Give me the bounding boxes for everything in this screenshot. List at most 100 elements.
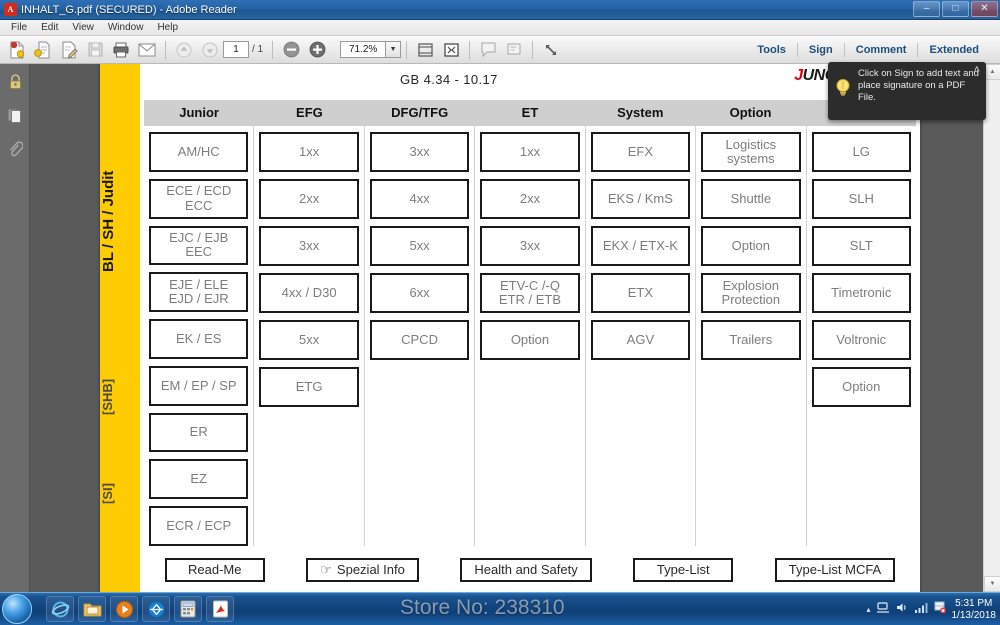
grid-cell[interactable]: EKS / KmS [590, 179, 691, 219]
menu-window[interactable]: Window [101, 20, 151, 35]
email-icon[interactable] [135, 39, 159, 61]
grid-cell[interactable]: 2xx [259, 179, 359, 219]
menu-file[interactable]: File [4, 20, 34, 35]
extended-button[interactable]: Extended [918, 44, 990, 56]
plus-circle-icon[interactable] [305, 39, 329, 61]
close-button[interactable]: ✕ [971, 1, 998, 17]
attachments-paperclip-icon[interactable] [0, 132, 30, 166]
grid-cell[interactable]: Shuttle [701, 179, 801, 219]
grid-cell[interactable]: SLT [811, 226, 911, 266]
create-pdf-icon[interactable] [5, 39, 29, 61]
flag-icon[interactable] [933, 601, 947, 619]
print-icon[interactable] [109, 39, 133, 61]
grid-cell[interactable]: EJC / EJB EEC [149, 225, 249, 266]
grid-cell[interactable]: 6xx [369, 273, 470, 313]
collapse-chevron-icon[interactable]: ˄ [974, 64, 980, 76]
adobe-reader-icon[interactable] [206, 596, 234, 622]
menu-help[interactable]: Help [150, 20, 185, 35]
grid-cell[interactable]: SLH [811, 179, 911, 219]
grid-cell[interactable]: ECR / ECP [149, 506, 249, 547]
type-list-button[interactable]: Type-List [633, 558, 734, 582]
security-lock-icon[interactable] [0, 64, 30, 98]
grid-cell[interactable]: AM/HC [149, 132, 249, 172]
highlight-text-icon[interactable] [502, 39, 526, 61]
zoom-level-input[interactable]: 71.2% [340, 41, 387, 58]
grid-cell[interactable]: Explosion Protection [701, 273, 801, 313]
grid-cell[interactable]: 3xx [369, 132, 470, 172]
network-icon[interactable] [876, 601, 890, 619]
grid-cell[interactable]: EFX [590, 132, 691, 172]
grid-cell[interactable]: EK / ES [149, 319, 249, 359]
grid-cell[interactable]: 2xx [480, 179, 580, 219]
sticky-note-icon[interactable] [476, 39, 500, 61]
internet-explorer-icon[interactable] [46, 596, 74, 622]
health-and-safety-button[interactable]: Health and Safety [460, 558, 592, 582]
scroll-up-icon[interactable]: ▲ [984, 64, 1000, 80]
grid-cell[interactable]: LG [811, 132, 911, 172]
windows-explorer-icon[interactable] [78, 596, 106, 622]
show-hidden-icons-icon[interactable]: ▴ [866, 605, 870, 614]
minimize-button[interactable]: – [913, 1, 940, 17]
grid-cell[interactable]: CPCD [369, 320, 470, 360]
signal-icon[interactable] [914, 601, 928, 619]
grid-cell[interactable]: 3xx [259, 226, 359, 266]
menu-edit[interactable]: Edit [34, 20, 65, 35]
sign-button[interactable]: Sign [798, 44, 844, 56]
teamviewer-icon[interactable] [142, 596, 170, 622]
document-viewport[interactable]: BL / SH / Judit [SHB] [SI] GB 4.34 - 10.… [30, 64, 983, 592]
grid-cell[interactable]: EJE / ELE EJD / EJR [149, 272, 249, 313]
grid-cell[interactable]: 5xx [259, 320, 359, 360]
maximize-button[interactable]: □ [942, 1, 969, 17]
vertical-scrollbar[interactable]: ▲ ▼ [983, 64, 1000, 592]
grid-cell[interactable]: EM / EP / SP [149, 365, 249, 406]
grid-cell[interactable]: AGV [590, 320, 691, 360]
edit-pdf-icon[interactable] [57, 39, 81, 61]
menu-view[interactable]: View [65, 20, 101, 35]
clock[interactable]: 5:31 PM 1/13/2018 [952, 598, 997, 622]
grid-cell[interactable]: 5xx [369, 226, 470, 266]
minus-circle-icon[interactable] [279, 39, 303, 61]
page-thumbnails-icon[interactable] [0, 98, 30, 132]
comment-button[interactable]: Comment [845, 44, 918, 56]
calculator-icon[interactable] [174, 596, 202, 622]
spezial-info-button[interactable]: ☞ Spezial Info [306, 558, 419, 582]
grid-cell[interactable]: ECE / ECD ECC [149, 178, 249, 219]
grid-cell[interactable]: Timetronic [811, 273, 911, 313]
grid-cell[interactable]: ETX [590, 273, 691, 313]
read-me-button[interactable]: Read-Me [164, 558, 265, 582]
page-number-input[interactable]: 1 [223, 41, 249, 58]
type-list-mcfa-button[interactable]: Type-List MCFA [774, 558, 896, 582]
save-icon[interactable] [83, 39, 107, 61]
fit-width-icon[interactable] [413, 39, 437, 61]
grid-cell[interactable]: ER [149, 412, 249, 453]
health-and-safety-label: Health and Safety [474, 562, 578, 577]
grid-cell[interactable]: 3xx [480, 226, 580, 266]
grid-cell[interactable]: 4xx [369, 179, 470, 219]
grid-cell[interactable]: Option [480, 320, 580, 360]
grid-cell[interactable]: EZ [149, 459, 249, 500]
fit-page-icon[interactable] [439, 39, 463, 61]
gb-code-label: GB 4.34 - 10.17 [400, 72, 498, 87]
windows-start-icon[interactable] [2, 594, 32, 624]
grid-cell[interactable]: 1xx [259, 132, 359, 172]
chevron-down-icon[interactable]: ▼ [386, 41, 402, 58]
grid-cell[interactable]: Voltronic [811, 320, 911, 360]
grid-cell[interactable]: EKX / ETX-K [590, 226, 691, 266]
grid-cell[interactable]: ETV-C /-Q ETR / ETB [480, 273, 580, 313]
media-player-icon[interactable] [110, 596, 138, 622]
grid-cell[interactable]: 1xx [480, 132, 580, 172]
scroll-down-icon[interactable]: ▼ [984, 576, 1000, 592]
read-mode-icon[interactable] [539, 39, 563, 61]
grid-cell[interactable]: Trailers [701, 320, 801, 360]
grid-column-system: EFX EKS / KmS EKX / ETX-K ETX AGV [586, 126, 697, 546]
tools-button[interactable]: Tools [746, 44, 797, 56]
grid-cell[interactable]: Option [701, 226, 801, 266]
grid-cell[interactable]: Logistics systems [701, 132, 801, 172]
arrow-up-icon[interactable] [172, 39, 196, 61]
grid-cell[interactable]: Option [811, 367, 911, 407]
arrow-down-icon[interactable] [198, 39, 222, 61]
grid-cell[interactable]: ETG [259, 367, 359, 407]
export-pdf-icon[interactable] [31, 39, 55, 61]
volume-icon[interactable] [895, 601, 909, 619]
grid-cell[interactable]: 4xx / D30 [259, 273, 359, 313]
